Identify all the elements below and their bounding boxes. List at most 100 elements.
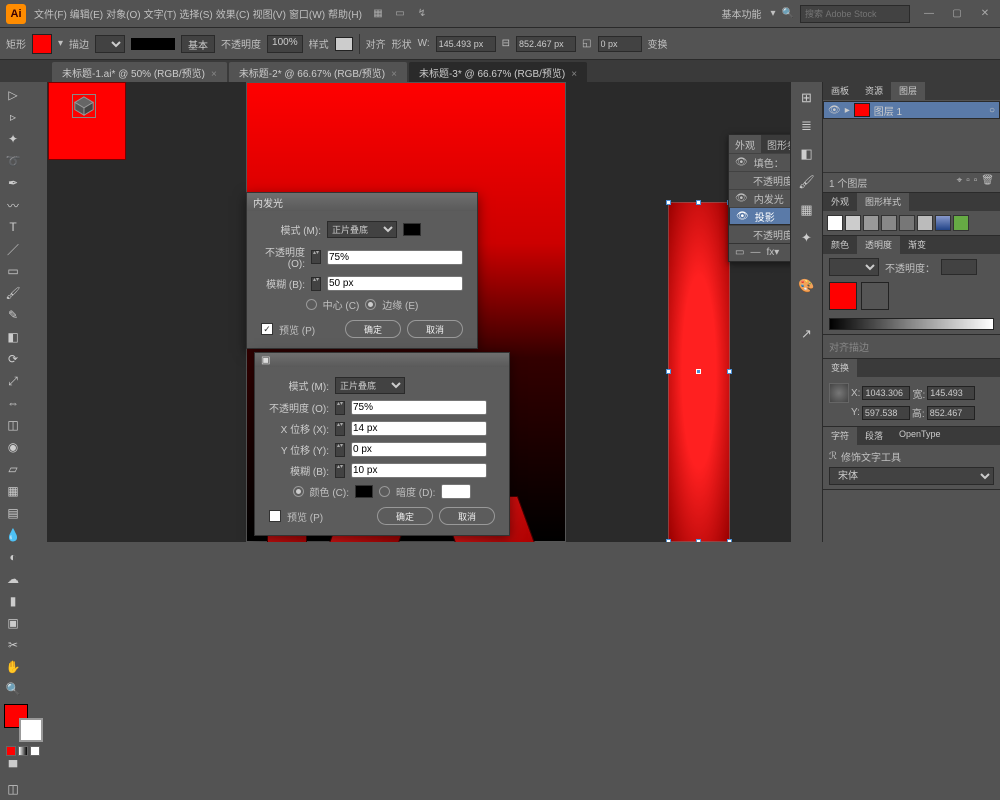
tab-character[interactable]: 字符 [823, 427, 857, 445]
tab-artboards[interactable]: 画板 [823, 82, 857, 100]
opt-dropdown-icon[interactable]: ▾ [58, 38, 63, 49]
type-tool[interactable]: T [2, 216, 24, 238]
layer-name[interactable]: 图层 1 [874, 103, 902, 118]
perspective-widget[interactable] [72, 94, 96, 118]
width-input[interactable] [436, 36, 496, 52]
blur-input[interactable] [351, 463, 487, 478]
y-input[interactable] [862, 406, 910, 420]
eyedropper-tool[interactable]: 💧 [2, 524, 24, 546]
eye-icon[interactable]: 👁 [735, 193, 748, 204]
eye-icon[interactable]: 👁 [735, 157, 748, 168]
tab-assets[interactable]: 资源 [857, 82, 891, 100]
curvature-tool[interactable]: 〰 [2, 194, 24, 216]
menu-object[interactable]: 对象(O) [106, 6, 140, 21]
gradient-tool[interactable]: ▤ [2, 502, 24, 524]
tab-opentype[interactable]: OpenType [891, 427, 949, 445]
tab-doc2[interactable]: 未标题-2* @ 66.67% (RGB/预览)× [229, 62, 407, 82]
menu-file[interactable]: 文件(F) [34, 6, 67, 21]
menu-help[interactable]: 帮助(H) [328, 6, 362, 21]
dialog-controls[interactable]: ▣ [261, 355, 270, 366]
brush-basic[interactable]: 基本 [181, 35, 215, 53]
mode-color-swatch[interactable] [403, 223, 421, 236]
eye-icon[interactable]: 👁 [736, 211, 749, 222]
rectangle-tool[interactable]: ▭ [2, 260, 24, 282]
appearance-fill-row[interactable]: 👁 填色： [729, 153, 790, 171]
lasso-tool[interactable]: ➰ [2, 150, 24, 172]
tab-graphic-ref[interactable]: 图形参考 [761, 135, 790, 153]
export-icon[interactable]: ↗ [797, 324, 817, 344]
free-transform-tool[interactable]: ◫ [2, 414, 24, 436]
style-swatch[interactable] [863, 215, 879, 231]
cancel-button[interactable]: 取消 [439, 507, 495, 525]
background-color[interactable] [19, 718, 43, 742]
magic-wand-tool[interactable]: ✦ [2, 128, 24, 150]
chevron-down-icon[interactable]: ▾ [771, 8, 776, 19]
properties-icon[interactable]: ⊞ [797, 88, 817, 108]
shadow-color-swatch[interactable] [355, 485, 373, 498]
radio-color[interactable] [293, 486, 304, 497]
opacity-input[interactable] [327, 250, 463, 265]
appearance-opacity-row2[interactable]: 不透明度：默认值 [729, 225, 790, 243]
trash-icon[interactable]: 🗑 [981, 175, 994, 190]
menu-type[interactable]: 文字(T) [144, 6, 177, 21]
font-family-select[interactable]: 宋体 [829, 467, 994, 485]
rotate-tool[interactable]: ⟳ [2, 348, 24, 370]
gpu-icon[interactable]: ↯ [413, 5, 431, 23]
color-mode-none[interactable] [30, 746, 40, 756]
layers-icon[interactable]: ≣ [797, 116, 817, 136]
bridge-icon[interactable]: ▦ [369, 5, 387, 23]
stepper-icon[interactable]: ▴▾ [311, 250, 321, 264]
symbols-icon[interactable]: ✦ [797, 228, 817, 248]
radio-dark[interactable] [379, 486, 390, 497]
touch-type-icon[interactable]: ℛ [829, 451, 837, 462]
reference-point[interactable] [829, 383, 849, 403]
fill-swatch[interactable] [32, 34, 52, 54]
scale-tool[interactable]: ⤢ [2, 370, 24, 392]
close-tab-icon[interactable]: × [571, 69, 577, 80]
opacity-input[interactable] [941, 259, 977, 275]
shape-builder-tool[interactable]: ◉ [2, 436, 24, 458]
x-offset-input[interactable] [351, 421, 487, 436]
tab-doc3[interactable]: 未标题-3* @ 66.67% (RGB/预览)× [409, 62, 587, 82]
color-icon[interactable]: 🎨 [797, 276, 817, 296]
hand-tool[interactable]: ✋ [2, 656, 24, 678]
height-input[interactable] [516, 36, 576, 52]
new-layer-icon[interactable]: ▫ [974, 175, 978, 190]
h-input[interactable] [927, 406, 975, 420]
new-sublayer-icon[interactable]: ▫ [966, 175, 970, 190]
style-swatch[interactable] [881, 215, 897, 231]
color-mode-gradient[interactable] [18, 746, 28, 756]
mode-select[interactable]: 正片叠底 [335, 377, 405, 394]
mesh-tool[interactable]: ▦ [2, 480, 24, 502]
style-swatch[interactable] [827, 215, 843, 231]
cancel-button[interactable]: 取消 [407, 320, 463, 338]
workspace-label[interactable]: 基本功能 [722, 6, 762, 21]
symbol-tool[interactable]: ☁ [2, 568, 24, 590]
dialog-drop-shadow[interactable]: ▣ 模式 (M): 正片叠底 不透明度 (O):▴▾ X 位移 (X):▴▾ Y… [254, 352, 510, 536]
gradient-slider[interactable] [829, 318, 994, 330]
menu-window[interactable]: 窗口(W) [289, 6, 325, 21]
style-thumb[interactable] [335, 37, 353, 51]
ok-button[interactable]: 确定 [345, 320, 401, 338]
ok-button[interactable]: 确定 [377, 507, 433, 525]
brushes-icon[interactable]: 🖌 [797, 172, 817, 192]
pen-tool[interactable]: ✒ [2, 172, 24, 194]
direct-select-tool[interactable]: ▹ [2, 106, 24, 128]
tab-appearance[interactable]: 外观 [729, 135, 761, 153]
w-input[interactable] [927, 386, 975, 400]
fx-add-icon[interactable]: fx▾ [766, 247, 779, 258]
radio-center[interactable] [306, 299, 317, 310]
align-btn[interactable]: 对齐 [366, 36, 386, 51]
libraries-icon[interactable]: ◧ [797, 144, 817, 164]
style-swatch[interactable] [935, 215, 951, 231]
perspective-tool[interactable]: ▱ [2, 458, 24, 480]
link-wh-icon[interactable]: ⊟ [502, 38, 510, 49]
stepper-icon[interactable]: ▴▾ [311, 277, 321, 291]
maximize-icon[interactable]: ▢ [948, 5, 966, 23]
color-well[interactable] [4, 704, 43, 742]
zoom-tool[interactable]: 🔍 [2, 678, 24, 700]
pencil-tool[interactable]: ✎ [2, 304, 24, 326]
appearance-fx-row-selected[interactable]: 👁投影fx [729, 207, 790, 225]
style-swatch[interactable] [899, 215, 915, 231]
blend-tool[interactable]: ◐ [2, 546, 24, 568]
